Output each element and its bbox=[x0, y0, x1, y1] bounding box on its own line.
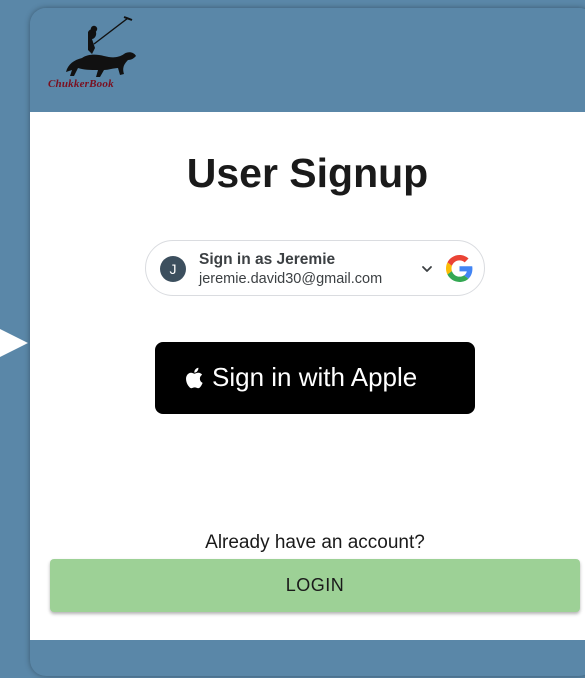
already-have-account-text: Already have an account? bbox=[205, 532, 425, 553]
google-account-name: Sign in as Jeremie bbox=[199, 251, 336, 268]
signup-panel: ChukkerBook User Signup J Sign in as Jer… bbox=[30, 8, 585, 676]
avatar: J bbox=[160, 256, 186, 282]
page-title: User Signup bbox=[186, 150, 429, 196]
chukkerbook-logo: ChukkerBook bbox=[48, 14, 148, 94]
polo-player-icon bbox=[66, 16, 136, 77]
panel-body: User Signup J Sign in as Jeremie jeremie… bbox=[30, 112, 585, 640]
chevron-down-icon[interactable] bbox=[421, 263, 433, 275]
google-icon bbox=[446, 255, 473, 282]
apple-icon bbox=[186, 367, 203, 389]
apple-sign-in-button[interactable]: Sign in with Apple bbox=[155, 342, 475, 414]
page: ChukkerBook User Signup J Sign in as Jer… bbox=[0, 0, 585, 678]
left-arrow-icon bbox=[0, 329, 28, 357]
logo-text: ChukkerBook bbox=[48, 78, 114, 90]
panel-header: ChukkerBook bbox=[30, 8, 585, 112]
google-sign-in-button[interactable]: J Sign in as Jeremie jeremie.david30@gma… bbox=[145, 240, 485, 296]
login-button[interactable]: LOGIN bbox=[50, 559, 580, 612]
google-account-email: jeremie.david30@gmail.com bbox=[199, 271, 383, 287]
apple-sign-in-label: Sign in with Apple bbox=[212, 362, 418, 392]
